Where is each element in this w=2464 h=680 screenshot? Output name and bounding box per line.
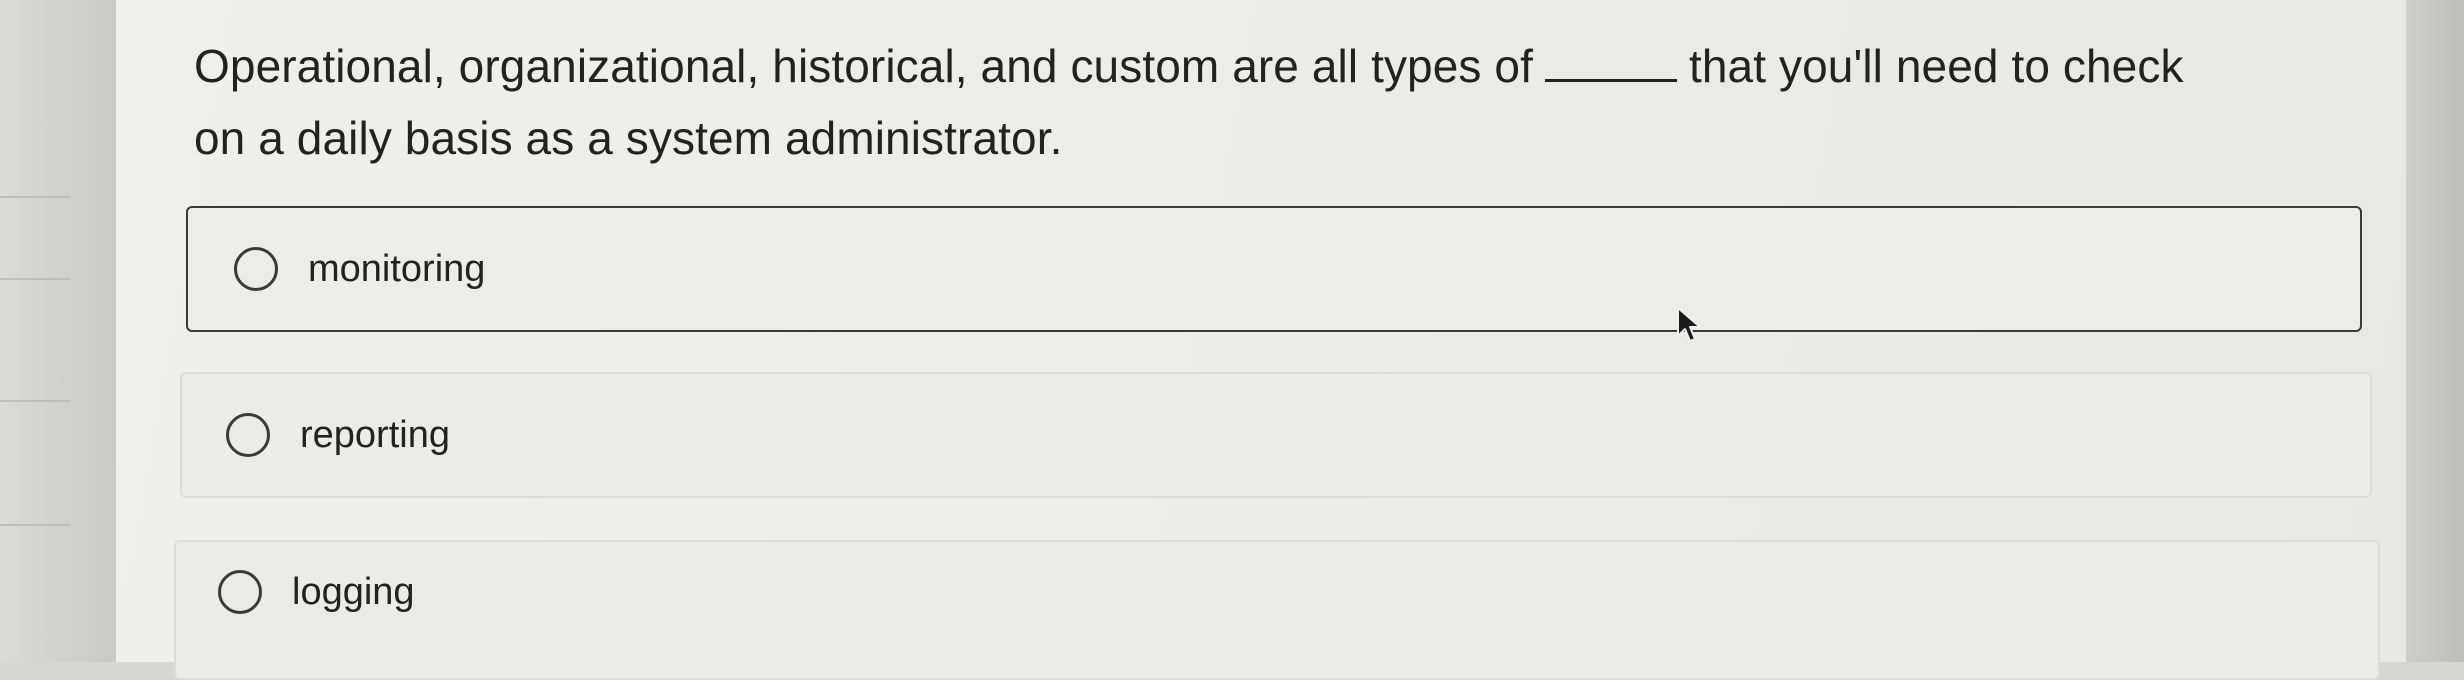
option-monitoring[interactable]: monitoring [186,206,2362,332]
radio-circle-icon[interactable] [234,247,278,291]
radio-circle-icon[interactable] [226,413,270,457]
left-edge-line [0,524,70,526]
right-page-edge [2406,0,2464,662]
radio-circle-icon[interactable] [218,570,262,614]
question-text-after: that you'll need to check [1688,40,2184,92]
left-edge-line [0,400,70,402]
left-edge-line [0,278,70,280]
option-label: monitoring [308,247,486,290]
mouse-pointer-icon [1677,307,1701,342]
option-reporting[interactable]: reporting [180,372,2372,498]
question-text-line2: on a daily basis as a system administrat… [194,112,1063,164]
option-label: logging [292,570,415,613]
option-logging[interactable]: logging [174,540,2380,680]
option-label: reporting [300,413,450,456]
left-edge-line [0,196,70,198]
left-page-edge [0,0,120,662]
answer-blank [1544,41,1677,82]
question-text: Operational, organizational, historical,… [194,30,2354,174]
question-text-before: Operational, organizational, historical,… [194,40,1533,92]
